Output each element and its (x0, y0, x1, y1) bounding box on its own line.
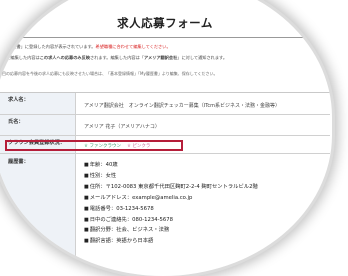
form-row-crown-status: クラウン会員登録状況： ♕ ファンクラウン ♕ ピンクラ (0, 136, 330, 154)
notice-line-1: My履歴書」に登録した内容が表示されています。希望職種に合わせて編集してください… (2, 44, 171, 49)
small-note: 目の応募内容を今後の求人応募にも反映させたい場合は、「基本登録情報」「My履歴書… (2, 71, 218, 76)
form-panel: 求人応募フォーム ★ My履歴書」に登録した内容が表示されています。希望職種に合… (0, 0, 332, 276)
name-value: アメリア 花子（アメリアハナコ） (84, 124, 160, 130)
application-form-table: 求人名： アメリア翻訳会社 オンライン翻訳チェッカー募集（ITcm系ビジネス・法… (0, 92, 330, 276)
row-label: 氏名： (0, 115, 76, 135)
row-label: 履歴書： (0, 154, 76, 276)
resume-item: 翻訳分野：社会、ビジネス・法務 (84, 225, 330, 236)
resume-item: 翻訳言語：英語から日本語 (84, 236, 330, 247)
row-label: クラウン会員登録状況： (0, 136, 76, 153)
notice-marker-icon: ★ (323, 40, 328, 46)
page-title: 求人応募フォーム (117, 16, 213, 30)
form-row-job-title: 求人名： アメリア翻訳会社 オンライン翻訳チェッカー募集（ITcm系ビジネス・法… (0, 93, 330, 115)
form-row-name: 氏名： アメリア 花子（アメリアハナコ） (0, 115, 330, 136)
resume-item: 日中のご連絡先：080-1234-5678 (84, 215, 330, 226)
notice-line-2: こで編集した内容はこの求人への応募のみ反映されます。編集した内容は「アメリア翻訳… (2, 55, 228, 60)
crown-status-options: ♕ ファンクラウン ♕ ピンクラ (76, 136, 330, 153)
crown-option-fan[interactable]: ♕ ファンクラウン (84, 144, 121, 149)
job-title-value: アメリア翻訳会社 オンライン翻訳チェッカー募集（ITcm系ビジネス・法務・金融等… (84, 103, 281, 109)
form-row-resume: 履歴書： 年齢：40歳 性別：女性 住所：〒102-0083 東京都千代田区麹町… (0, 154, 330, 276)
resume-item: 住所：〒102-0083 東京都千代田区麹町2-2-4 麹町セントラルビル2階 (84, 182, 330, 193)
resume-item: 性別：女性 (84, 171, 330, 182)
row-label: 求人名： (0, 93, 76, 114)
title-divider (0, 37, 330, 38)
resume-item: メールアドレス：example@amelia.co.jp (84, 193, 330, 204)
resume-details: 年齢：40歳 性別：女性 住所：〒102-0083 東京都千代田区麹町2-2-4… (76, 154, 330, 276)
resume-item: 電話番号：03-1234-5678 (84, 204, 330, 215)
resume-item: 年齢：40歳 (84, 160, 330, 171)
crown-option-pink[interactable]: ♕ ピンクラ (127, 144, 150, 149)
